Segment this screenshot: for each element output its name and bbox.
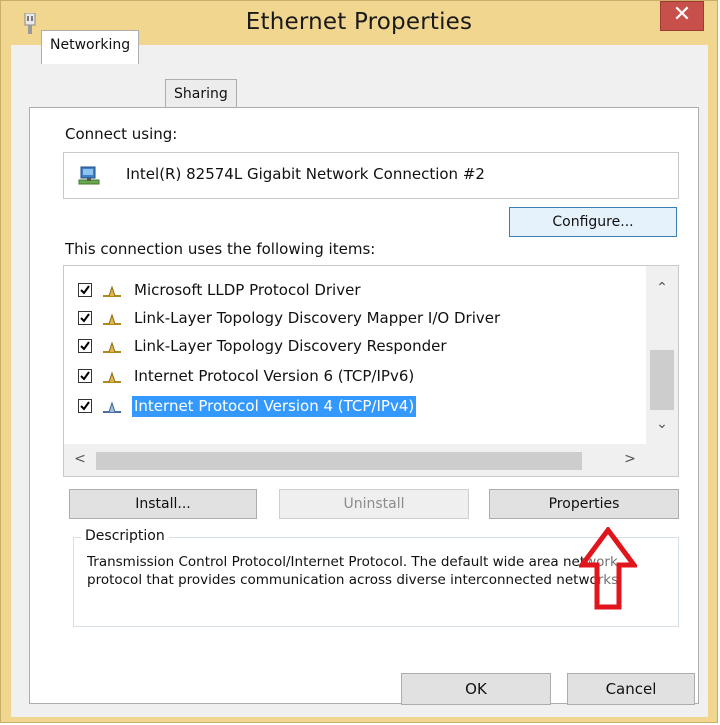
components-list[interactable]: Microsoft LLDP Protocol Driver Link-Laye… (63, 265, 679, 477)
scroll-left-icon[interactable]: < (70, 451, 90, 467)
up-arrow-icon (579, 527, 637, 610)
item-label-selected: Internet Protocol Version 4 (TCP/IPv4) (132, 396, 417, 417)
scroll-right-icon[interactable]: > (620, 451, 640, 467)
item-label: Link-Layer Topology Discovery Mapper I/O… (134, 309, 501, 327)
adapter-field: Intel(R) 82574L Gigabit Network Connecti… (63, 152, 679, 199)
adapter-name: Intel(R) 82574L Gigabit Network Connecti… (126, 165, 485, 183)
protocol-icon (103, 341, 121, 353)
ok-button[interactable]: OK (401, 673, 551, 705)
properties-button[interactable]: Properties (489, 489, 679, 519)
tab-networking[interactable]: Networking (41, 30, 140, 64)
horizontal-scrollbar[interactable]: < > (64, 444, 678, 476)
checkbox[interactable] (78, 339, 92, 353)
network-card-icon (78, 166, 100, 185)
vertical-scroll-thumb[interactable] (650, 350, 674, 410)
scroll-down-icon[interactable]: ⌄ (652, 416, 672, 432)
description-title: Description (81, 528, 169, 544)
tab-sharing[interactable]: Sharing (165, 79, 237, 109)
item-label: Microsoft LLDP Protocol Driver (134, 281, 361, 299)
items-label: This connection uses the following items… (65, 240, 376, 258)
checkbox[interactable] (78, 399, 92, 413)
item-label: Link-Layer Topology Discovery Responder (134, 337, 447, 355)
protocol-icon (103, 285, 121, 297)
protocol-icon (103, 313, 121, 325)
protocol-icon (103, 371, 121, 383)
checkbox[interactable] (78, 283, 92, 297)
close-button[interactable]: ✕ (660, 1, 704, 31)
vertical-scrollbar[interactable]: ⌃ ⌄ (646, 266, 678, 444)
ethernet-properties-window: Ethernet Properties ✕ Networking Sharing… (0, 0, 718, 723)
connect-using-label: Connect using: (65, 125, 178, 143)
item-label: Internet Protocol Version 6 (TCP/IPv6) (134, 367, 415, 385)
cancel-button[interactable]: Cancel (567, 673, 695, 705)
checkbox[interactable] (78, 369, 92, 383)
checkbox[interactable] (78, 311, 92, 325)
horizontal-scroll-thumb[interactable] (96, 452, 582, 470)
configure-button[interactable]: Configure... (509, 207, 677, 237)
protocol-icon (103, 401, 121, 413)
uninstall-button[interactable]: Uninstall (279, 489, 469, 519)
install-button[interactable]: Install... (69, 489, 257, 519)
scroll-up-icon[interactable]: ⌃ (652, 280, 672, 296)
